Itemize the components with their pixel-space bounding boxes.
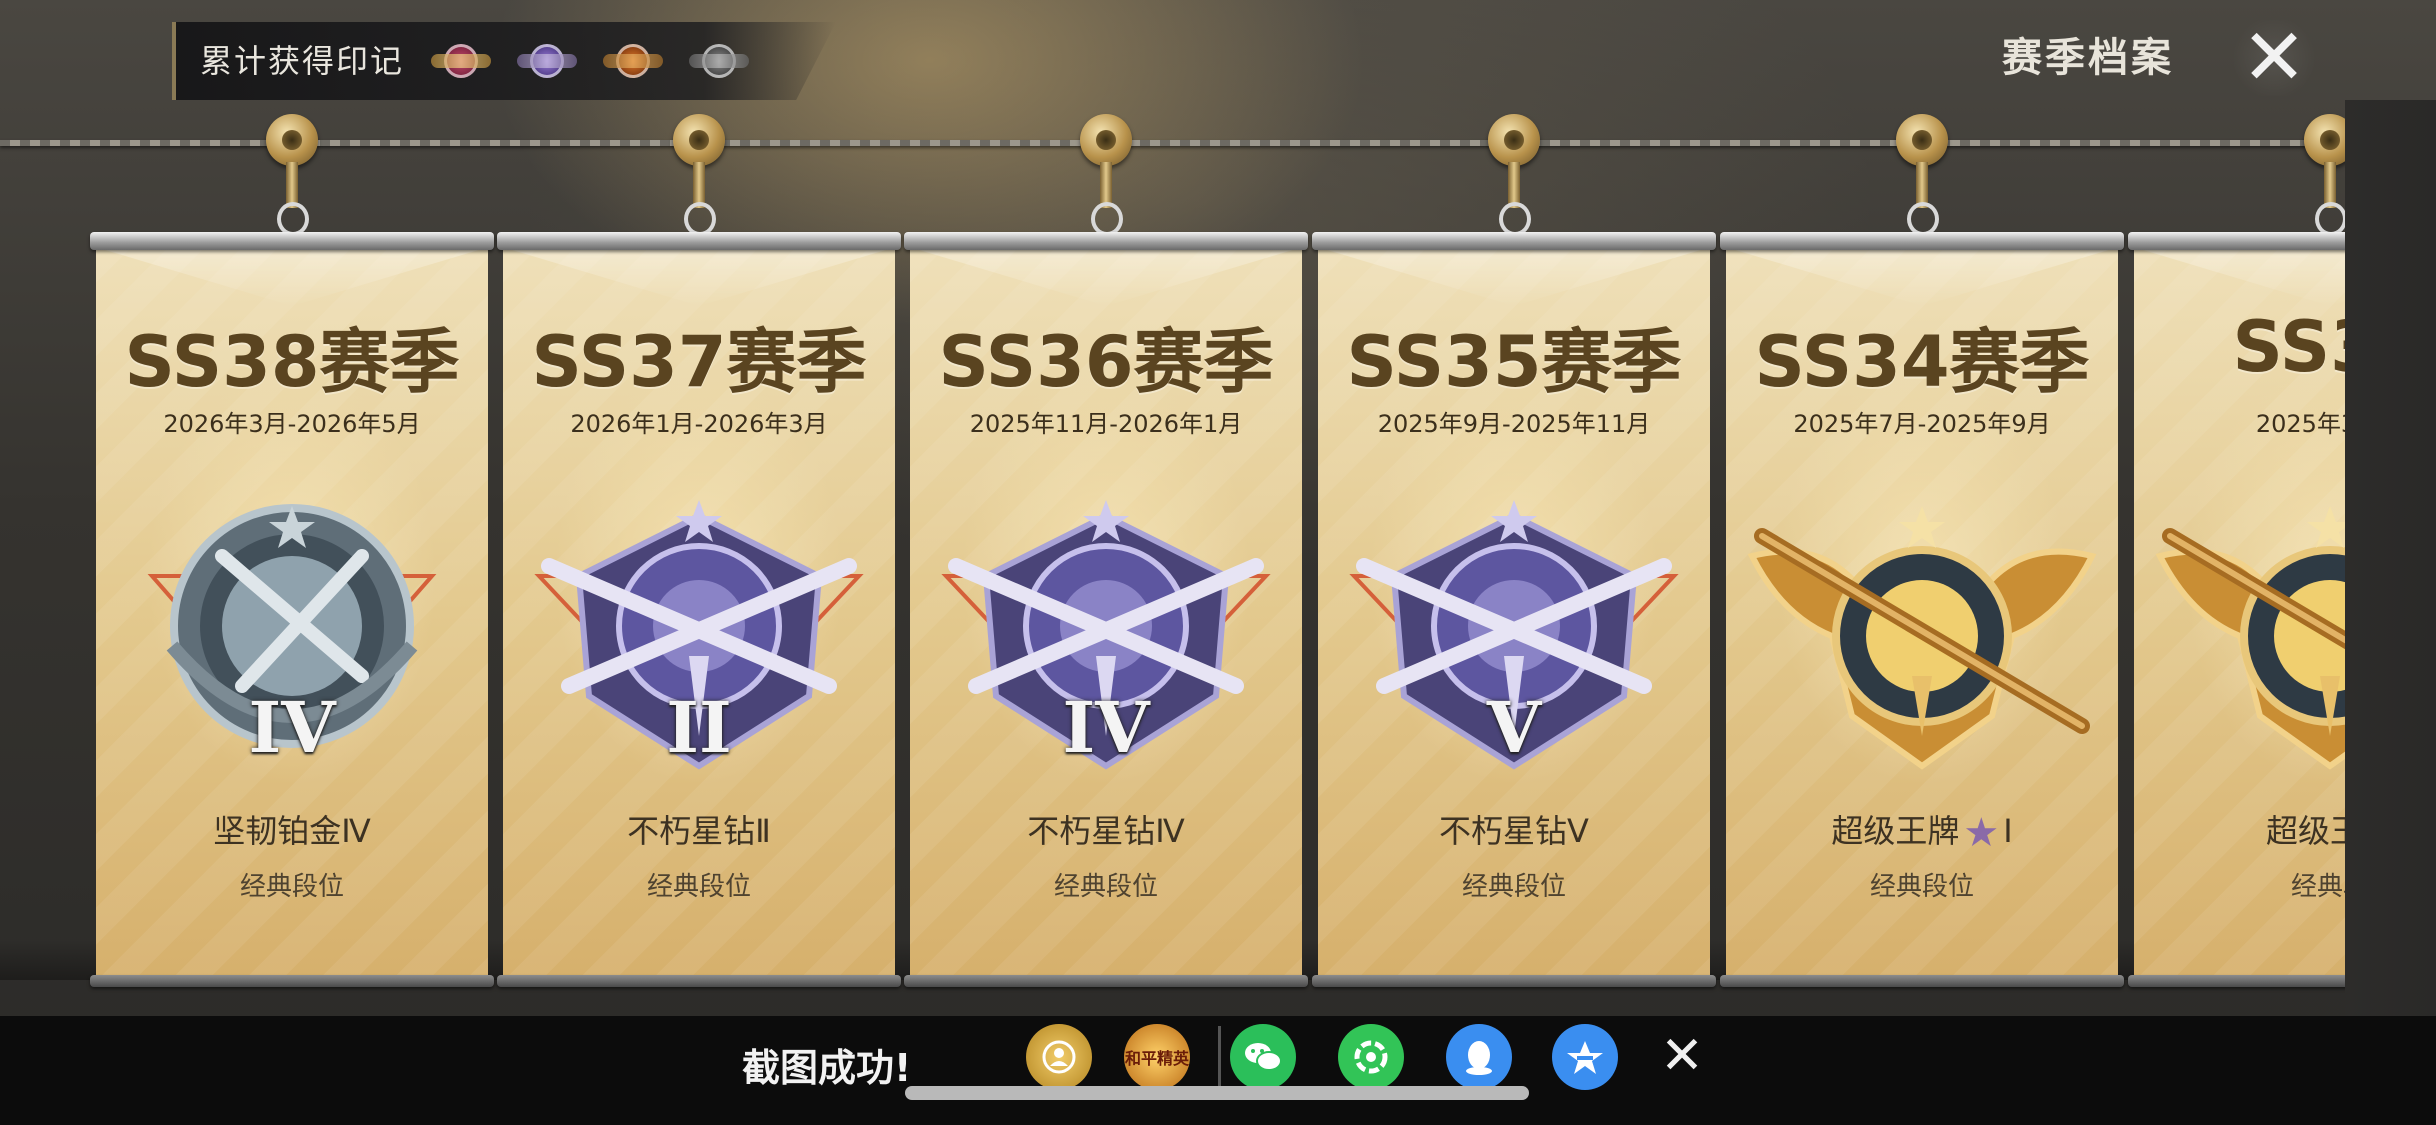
crown-mark-purple-icon[interactable]	[517, 36, 577, 86]
page-title: 赛季档案	[2002, 35, 2174, 81]
banner-cloth: SS36赛季 2025年11月-2026年1月 IV 不朽星钻Ⅳ 经典段位	[910, 246, 1302, 979]
home-indicator[interactable]	[905, 1086, 1529, 1100]
screenshot-share-bar: 截图成功! 和平精英 ✕	[0, 1016, 2436, 1125]
rank-name: 不朽星钻Ⅴ	[1439, 812, 1589, 850]
banner-hook	[671, 114, 727, 236]
season-title: SS38赛季	[124, 321, 460, 403]
season-title: SS34赛季	[1754, 321, 2090, 403]
season-dates: 2025年7月-2025年9月	[1793, 410, 2051, 438]
share-divider	[1218, 1026, 1221, 1086]
season-dates: 2025年11月-2026年1月	[969, 410, 1243, 438]
moments-icon[interactable]	[1338, 1024, 1404, 1090]
season-banner[interactable]: SS38赛季 2026年3月-2026年5月 IV 坚韧铂金Ⅳ 经典段位	[90, 114, 494, 987]
rank-type: 经典段位	[239, 872, 344, 902]
rank-roman-numeral: IV	[1062, 686, 1150, 769]
banner-bottom-rod	[90, 975, 494, 987]
accumulated-marks-bar[interactable]: 累计获得印记	[172, 22, 836, 100]
season-dates: 2025年9月-2025年11月	[1377, 410, 1651, 438]
rank-emblem-icon	[1742, 496, 2102, 796]
crown-mark-gray-icon[interactable]	[689, 36, 749, 86]
rank-roman-numeral: II	[666, 686, 732, 769]
banner-hook	[1078, 114, 1134, 236]
banner-top-rod	[497, 232, 901, 250]
banner-cloth: SS37赛季 2026年1月-2026年3月 II 不朽星钻Ⅱ 经典段位	[503, 246, 895, 979]
rank-name: 超级王牌 ★ Ⅰ	[1831, 810, 2013, 856]
banner-bottom-rod	[1720, 975, 2124, 987]
banner-top-rod	[90, 232, 494, 250]
banner-hook	[1486, 114, 1542, 236]
season-banner[interactable]: SS36赛季 2025年11月-2026年1月 IV 不朽星钻Ⅳ 经典段位	[904, 114, 1308, 987]
close-button[interactable]: ✕	[2228, 19, 2320, 97]
banner-cloth: SS35赛季 2025年9月-2025年11月 V 不朽星钻Ⅴ 经典段位	[1318, 246, 1710, 979]
peace-elite-share-icon[interactable]: 和平精英	[1124, 1024, 1190, 1090]
season-title: SS35赛季	[1346, 321, 1682, 403]
screenshot-success-text: 截图成功!	[742, 1046, 912, 1090]
qq-icon[interactable]	[1446, 1024, 1512, 1090]
rank-type: 经典段位	[646, 872, 751, 902]
banner-hook	[1894, 114, 1950, 236]
season-banner[interactable]: SS34赛季 2025年7月-2025年9月 超级王牌 ★ Ⅰ 经典段位	[1720, 114, 2124, 987]
right-edge-mask	[2345, 100, 2436, 1020]
rank-type: 经典段位	[1461, 872, 1566, 902]
season-title: SS36赛季	[938, 321, 1274, 403]
rank-type: 经典段位	[1869, 872, 1974, 902]
banner-bottom-rod	[497, 975, 901, 987]
share-close-button[interactable]: ✕	[1654, 1028, 1710, 1084]
banner-cloth: SS34赛季 2025年7月-2025年9月 超级王牌 ★ Ⅰ 经典段位	[1726, 246, 2118, 979]
profile-share-icon[interactable]	[1026, 1024, 1092, 1090]
banner-hook	[264, 114, 320, 236]
qzone-icon[interactable]	[1552, 1024, 1618, 1090]
crown-mark-red-icon[interactable]	[431, 36, 491, 86]
rank-roman-numeral: V	[1486, 686, 1542, 769]
wechat-icon[interactable]	[1230, 1024, 1296, 1090]
rank-type: 经典段位	[1053, 872, 1158, 902]
rank-name: 不朽星钻Ⅱ	[627, 812, 771, 850]
season-dates: 2026年3月-2026年5月	[163, 410, 421, 438]
star-icon: ★	[1963, 810, 2000, 856]
banner-top-rod	[1720, 232, 2124, 250]
season-banner[interactable]: SS35赛季 2025年9月-2025年11月 V 不朽星钻Ⅴ 经典段位	[1312, 114, 1716, 987]
rank-name: 不朽星钻Ⅳ	[1027, 812, 1185, 850]
season-banner[interactable]: SS37赛季 2026年1月-2026年3月 II 不朽星钻Ⅱ 经典段位	[497, 114, 901, 987]
banner-top-rod	[1312, 232, 1716, 250]
marks-title: 累计获得印记	[200, 42, 405, 80]
rope	[0, 140, 2436, 146]
season-title: SS37赛季	[531, 321, 867, 403]
season-dates: 2026年1月-2026年3月	[570, 410, 828, 438]
crown-mark-orange-icon[interactable]	[603, 36, 663, 86]
rank-name: 坚韧铂金Ⅳ	[213, 812, 371, 850]
banner-cloth: SS38赛季 2026年3月-2026年5月 IV 坚韧铂金Ⅳ 经典段位	[96, 246, 488, 979]
banner-bottom-rod	[904, 975, 1308, 987]
banner-top-rod	[904, 232, 1308, 250]
banner-bottom-rod	[1312, 975, 1716, 987]
rank-roman-numeral: IV	[248, 686, 336, 769]
